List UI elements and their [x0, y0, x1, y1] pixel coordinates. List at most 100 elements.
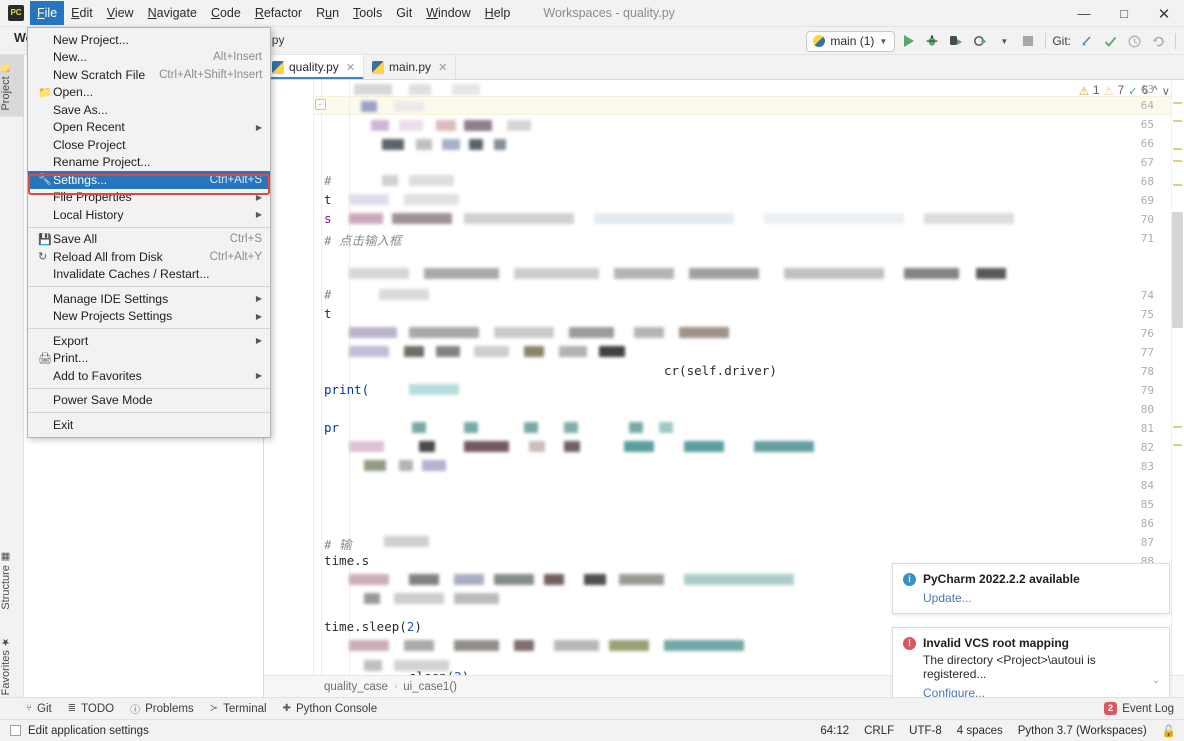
- problems-icon: ⓘ: [130, 705, 141, 716]
- menu-item-exit[interactable]: Exit: [28, 416, 270, 434]
- redacted-code: [452, 84, 480, 95]
- menu-item-local-history[interactable]: Local History ▶: [28, 206, 270, 224]
- indent-guide: [321, 80, 322, 676]
- warning-marker[interactable]: [1173, 160, 1182, 162]
- menu-item-power-save-mode[interactable]: Power Save Mode: [28, 392, 270, 410]
- menu-item-open-recent[interactable]: Open Recent ▶: [28, 119, 270, 137]
- maximize-button[interactable]: □: [1104, 0, 1144, 27]
- menu-run[interactable]: Run: [309, 1, 346, 25]
- menu-item-print[interactable]: 🖨 Print...: [28, 350, 270, 368]
- redacted-code: [594, 213, 734, 224]
- warning-marker[interactable]: [1173, 148, 1182, 150]
- menu-git[interactable]: Git: [389, 1, 419, 25]
- menu-file[interactable]: File: [30, 1, 65, 25]
- redacted-code: [349, 327, 397, 338]
- breadcrumb-item-method[interactable]: ui_case1(): [403, 681, 457, 693]
- redacted-code: [409, 175, 454, 186]
- update-link[interactable]: Update...: [923, 591, 972, 605]
- chevron-down-icon[interactable]: ⌄: [1152, 675, 1160, 686]
- run-icon[interactable]: [897, 30, 919, 52]
- editor-gutter[interactable]: [264, 80, 314, 676]
- warning-marker[interactable]: [1173, 184, 1182, 186]
- menu-item-label: Save All: [53, 232, 98, 247]
- tab-main-py[interactable]: main.py ✕: [364, 55, 457, 79]
- sidebar-item-structure[interactable]: Structure ▦: [0, 545, 24, 616]
- close-button[interactable]: ✕: [1144, 0, 1184, 27]
- menu-item-save-all[interactable]: 💾 Save All Ctrl+S: [28, 231, 270, 249]
- menu-item-close-project[interactable]: Close Project: [28, 136, 270, 154]
- file-menu-dropdown[interactable]: New Project... New... Alt+Insert New Scr…: [27, 27, 271, 438]
- menu-help[interactable]: Help: [478, 1, 518, 25]
- menu-item-reload-all-from-disk[interactable]: ↻ Reload All from Disk Ctrl+Alt+Y: [28, 248, 270, 266]
- line-number: 71: [1140, 232, 1154, 245]
- menu-item-invalidate-caches[interactable]: Invalidate Caches / Restart...: [28, 266, 270, 284]
- bottom-item-python-console[interactable]: ✚ Python Console: [283, 703, 378, 715]
- warning-marker[interactable]: [1173, 426, 1182, 428]
- menu-window[interactable]: Window: [419, 1, 477, 25]
- line-separator[interactable]: CRLF: [864, 725, 894, 737]
- warning-marker[interactable]: [1173, 102, 1182, 104]
- redacted-code: [514, 640, 534, 651]
- redacted-code: [364, 593, 380, 604]
- menu-item-open[interactable]: 📁 Open...: [28, 84, 270, 102]
- git-update-icon[interactable]: [1075, 30, 1097, 52]
- line-number: 76: [1140, 327, 1154, 340]
- menu-code[interactable]: Code: [204, 1, 248, 25]
- scrollbar-thumb[interactable]: [1172, 212, 1183, 328]
- todo-list-icon: ≣: [67, 703, 77, 714]
- bottom-item-git[interactable]: ⑂ Git: [26, 703, 52, 715]
- bottom-item-problems[interactable]: ⓘ Problems: [130, 701, 194, 717]
- menu-item-rename-project[interactable]: Rename Project...: [28, 154, 270, 172]
- menu-item-label: Open Recent: [53, 120, 125, 135]
- redacted-code: [559, 346, 587, 357]
- close-icon[interactable]: ✕: [346, 61, 355, 74]
- notification-pycharm-update[interactable]: i PyCharm 2022.2.2 available Update...: [892, 563, 1170, 614]
- menu-tools[interactable]: Tools: [346, 1, 389, 25]
- chevron-down-icon[interactable]: ▼: [993, 30, 1015, 52]
- lock-icon[interactable]: 🔓: [1162, 724, 1176, 738]
- redacted-code: [392, 213, 452, 224]
- profile-icon[interactable]: [969, 30, 991, 52]
- menu-item-settings[interactable]: 🔧 Settings... Ctrl+Alt+S: [28, 171, 270, 189]
- menu-edit[interactable]: Edit: [64, 1, 100, 25]
- indent-setting[interactable]: 4 spaces: [957, 725, 1003, 737]
- run-with-coverage-icon[interactable]: [945, 30, 967, 52]
- menu-item-new-projects-settings[interactable]: New Projects Settings ▶: [28, 308, 270, 326]
- menu-item-export[interactable]: Export ▶: [28, 332, 270, 350]
- menu-item-new[interactable]: New... Alt+Insert: [28, 49, 270, 67]
- debug-icon[interactable]: [921, 30, 943, 52]
- menu-item-file-properties[interactable]: File Properties ▶: [28, 189, 270, 207]
- file-encoding[interactable]: UTF-8: [909, 725, 942, 737]
- warning-marker[interactable]: [1173, 444, 1182, 446]
- menu-item-label: File Properties: [53, 190, 132, 205]
- warning-marker[interactable]: [1173, 120, 1182, 122]
- redacted-code: [404, 640, 434, 651]
- git-commit-icon[interactable]: [1099, 30, 1121, 52]
- menu-item-add-to-favorites[interactable]: Add to Favorites ▶: [28, 367, 270, 385]
- menu-refactor[interactable]: Refactor: [248, 1, 309, 25]
- close-icon[interactable]: ✕: [438, 61, 447, 74]
- event-log-button[interactable]: 2 Event Log: [1103, 702, 1174, 715]
- menu-item-new-project[interactable]: New Project...: [28, 31, 270, 49]
- tab-label: quality.py: [289, 60, 339, 74]
- menu-navigate[interactable]: Navigate: [141, 1, 204, 25]
- minimize-button[interactable]: —: [1064, 0, 1104, 27]
- bottom-item-todo[interactable]: ≣ TODO: [68, 703, 114, 715]
- sidebar-item-project[interactable]: Project 📁: [0, 55, 24, 117]
- menu-view[interactable]: View: [100, 1, 141, 25]
- menu-item-label: Add to Favorites: [53, 368, 142, 383]
- caret-position[interactable]: 64:12: [820, 725, 849, 737]
- breadcrumb-item-class[interactable]: quality_case: [324, 681, 388, 693]
- menu-item-manage-ide-settings[interactable]: Manage IDE Settings ▶: [28, 290, 270, 308]
- menu-item-new-scratch-file[interactable]: New Scratch File Ctrl+Alt+Shift+Insert: [28, 66, 270, 84]
- tab-quality-py[interactable]: quality.py ✕: [264, 55, 365, 79]
- bottom-item-terminal[interactable]: ≻ Terminal: [210, 703, 267, 715]
- python-interpreter[interactable]: Python 3.7 (Workspaces): [1018, 725, 1147, 737]
- redacted-code: [384, 536, 429, 547]
- menu-item-save-as[interactable]: Save As...: [28, 101, 270, 119]
- run-configuration-selector[interactable]: main (1) ▼: [806, 30, 896, 52]
- editor-scrollbar[interactable]: [1171, 80, 1184, 676]
- redacted-code: [764, 213, 904, 224]
- sidebar-item-favorites[interactable]: Favorites ★: [0, 630, 24, 701]
- redacted-code: [382, 175, 398, 186]
